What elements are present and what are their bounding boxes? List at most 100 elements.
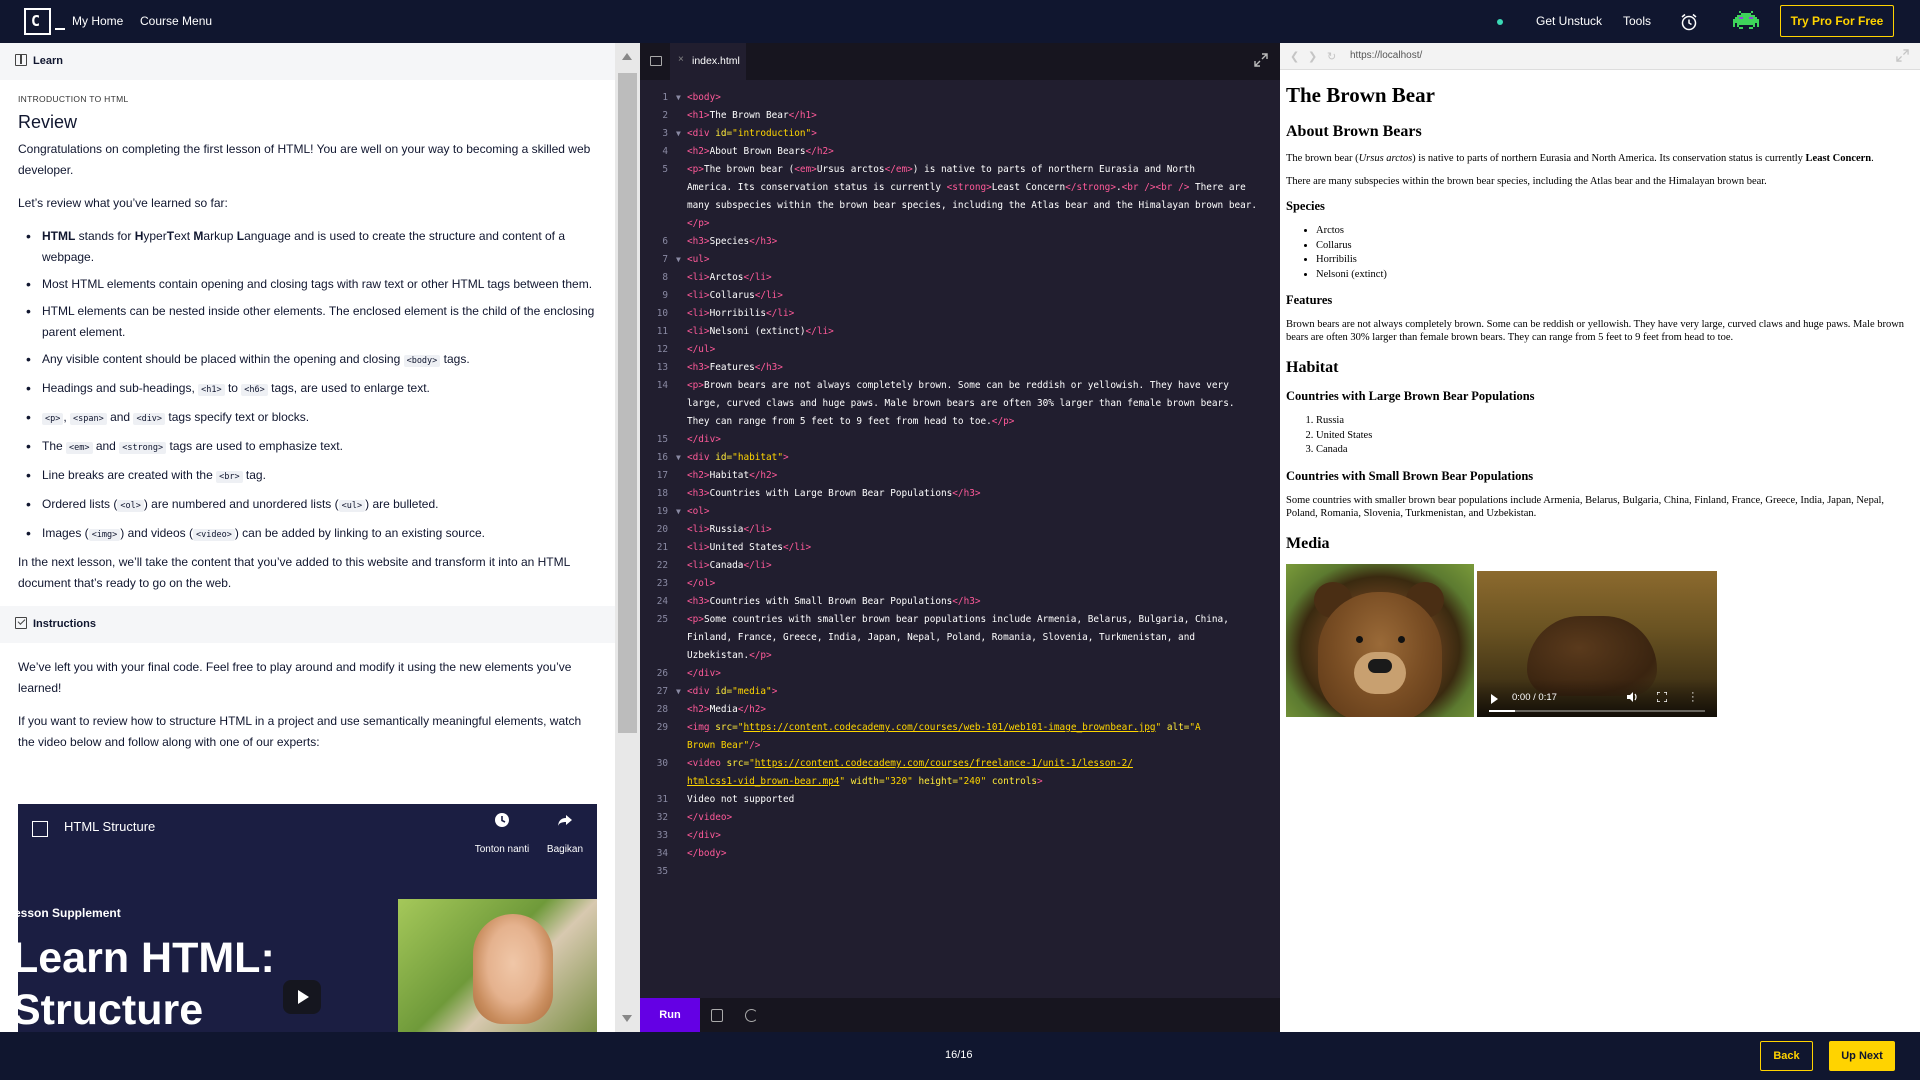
small-populations-paragraph: Some countries with smaller brown bear p… <box>1286 494 1885 519</box>
play-icon[interactable] <box>1491 693 1498 704</box>
lesson-title: Review <box>18 112 78 132</box>
watch-later-label[interactable]: Tonton nanti <box>470 844 534 855</box>
list-item: Any visible content should be placed wit… <box>18 349 595 372</box>
url-field[interactable]: https://localhost/ <box>1350 50 1422 61</box>
play-icon[interactable] <box>283 980 321 1014</box>
brown-bear-image <box>1286 563 1474 717</box>
list-item: Most HTML elements contain opening and c… <box>18 274 595 295</box>
editor-toolbar: Run <box>640 998 1280 1032</box>
video-progress-bar[interactable] <box>1489 709 1705 712</box>
lesson-content: INTRODUCTION TO HTML Review Congratulati… <box>0 80 615 594</box>
list-item: Line breaks are created with the <br> ta… <box>18 465 595 488</box>
more-options-icon[interactable]: · · · <box>1691 687 1695 706</box>
code-editor[interactable]: × index.html 1 ▼ <body> 2 <h1>The Brown Be… <box>640 43 1280 1032</box>
list-item: United States <box>1316 429 1916 444</box>
share-icon[interactable] <box>557 812 573 828</box>
volume-icon[interactable] <box>1627 691 1639 702</box>
close-icon[interactable]: × <box>678 54 684 65</box>
folder-icon[interactable] <box>650 56 662 66</box>
top-nav: C My Home Course Menu Get Unstuck Tools … <box>0 0 1920 43</box>
list-item: Headings and sub-headings, <h1> to <h6> … <box>18 378 595 401</box>
instructions-header-label: Instructions <box>33 618 96 630</box>
rendered-page: The Brown Bear About Brown Bears The bro… <box>1286 70 1916 724</box>
tab-index-html[interactable]: × index.html <box>670 43 746 80</box>
review-list: HTML stands for HyperText Markup Languag… <box>18 226 595 546</box>
about-paragraph: The brown bear (Ursus arctos) is native … <box>1286 153 1874 164</box>
reset-icon[interactable] <box>745 1009 758 1022</box>
features-paragraph: Brown bears are not always completely br… <box>1286 319 1905 343</box>
codecademy-logo[interactable]: C <box>24 8 51 35</box>
lesson-progress: 16/16 <box>945 1049 973 1061</box>
habitat-heading: Habitat <box>1286 359 1339 376</box>
instructions-body: We’ve left you with your final code. Fee… <box>0 643 615 753</box>
video-supplement-text: esson Supplement <box>18 906 121 920</box>
learn-panel: Learn INTRODUCTION TO HTML Review Congra… <box>0 43 615 1032</box>
scrollbar-thumb[interactable] <box>618 73 637 733</box>
back-button[interactable]: Back <box>1760 1041 1813 1071</box>
list-item: Russia <box>1316 414 1916 429</box>
status-dot <box>1497 19 1503 25</box>
scroll-up-icon[interactable] <box>622 53 632 60</box>
page-title: The Brown Bear <box>1286 83 1435 107</box>
list-item: HTML elements can be nested inside other… <box>18 301 595 343</box>
learn-header-label: Learn <box>33 55 63 67</box>
up-next-button[interactable]: Up Next <box>1829 1041 1895 1071</box>
expand-icon[interactable] <box>1254 53 1268 67</box>
checkbox-icon <box>15 617 27 629</box>
species-heading: Species <box>1286 199 1325 213</box>
brown-bear-video[interactable]: 0:00 / 0:17 · · · <box>1477 570 1717 717</box>
instructions-text: We’ve left you with your final code. Fee… <box>18 660 572 695</box>
nav-my-home[interactable]: My Home <box>72 14 123 28</box>
scroll-down-icon[interactable] <box>622 1015 632 1022</box>
media-row: 0:00 / 0:17 · · · <box>1286 563 1916 724</box>
media-heading: Media <box>1286 534 1330 552</box>
small-populations-heading: Countries with Small Brown Bear Populati… <box>1286 468 1534 483</box>
list-item: The <em> and <strong> tags are used to e… <box>18 436 595 459</box>
nav-tools[interactable]: Tools <box>1623 14 1651 28</box>
list-item: Ordered lists (<ol>) are numbered and un… <box>18 494 595 517</box>
list-item: Horribilis <box>1316 253 1916 268</box>
expand-icon[interactable] <box>1896 49 1909 62</box>
run-button[interactable]: Run <box>640 998 700 1032</box>
browser-address-bar: ❮ ❯ ↻ https://localhost/ <box>1280 43 1920 70</box>
lesson-intro: Congratulations on completing the first … <box>18 142 591 177</box>
forward-arrow-icon[interactable]: ❯ <box>1308 50 1317 63</box>
lesson-outro: In the next lesson, we’ll take the conte… <box>18 555 570 590</box>
clock-icon[interactable] <box>494 812 510 828</box>
share-label[interactable]: Bagikan <box>543 844 587 855</box>
about-heading: About Brown Bears <box>1286 123 1422 140</box>
video-controls: 0:00 / 0:17 · · · <box>1477 678 1717 717</box>
features-heading: Features <box>1286 293 1333 307</box>
logo-underscore <box>55 28 65 30</box>
code-lines[interactable]: 1 ▼ <body> 2 <h1>The Brown Bear</h1> 3 ▼ <d… <box>640 89 1280 881</box>
list-item: <p>, <span> and <div> tags specify text … <box>18 407 595 430</box>
channel-logo-icon <box>32 821 48 837</box>
list-item: HTML stands for HyperText Markup Languag… <box>18 226 595 268</box>
list-item: Arctos <box>1316 224 1916 239</box>
book-icon <box>15 54 27 66</box>
footer-bar: 16/16 Back Up Next <box>0 1032 1920 1080</box>
presenter-face <box>473 914 553 1024</box>
youtube-video-embed[interactable]: HTML Structure Tonton nanti Bagikan esso… <box>18 804 597 1032</box>
lesson-kicker: INTRODUCTION TO HTML <box>18 94 129 104</box>
nav-course-menu[interactable]: Course Menu <box>140 14 212 28</box>
video-headline: Learn HTML: Structure <box>18 934 275 1032</box>
fullscreen-icon[interactable] <box>1657 691 1667 702</box>
nav-get-unstuck[interactable]: Get Unstuck <box>1536 14 1602 28</box>
species-list: Arctos Collarus Horribilis Nelsoni (exti… <box>1286 224 1916 282</box>
alarm-clock-icon[interactable] <box>1679 12 1699 32</box>
large-populations-list: Russia United States Canada <box>1286 414 1916 458</box>
browser-preview: ❮ ❯ ↻ https://localhost/ The Brown Bear … <box>1280 43 1920 1032</box>
instructions-text: If you want to review how to structure H… <box>18 714 582 749</box>
copy-icon[interactable] <box>711 1009 723 1022</box>
back-arrow-icon[interactable]: ❮ <box>1290 50 1299 63</box>
learn-scrollbar[interactable] <box>615 43 640 1032</box>
list-item: Images (<img>) and videos (<video>) can … <box>18 523 595 546</box>
try-pro-button[interactable]: Try Pro For Free <box>1780 5 1894 37</box>
list-item: Nelsoni (extinct) <box>1316 268 1916 283</box>
reload-icon[interactable]: ↻ <box>1327 50 1336 63</box>
video-title[interactable]: HTML Structure <box>64 819 155 834</box>
learn-header: Learn <box>0 43 615 80</box>
lesson-lead: Let’s review what you’ve learned so far: <box>18 196 228 210</box>
avatar[interactable] <box>1733 9 1759 35</box>
